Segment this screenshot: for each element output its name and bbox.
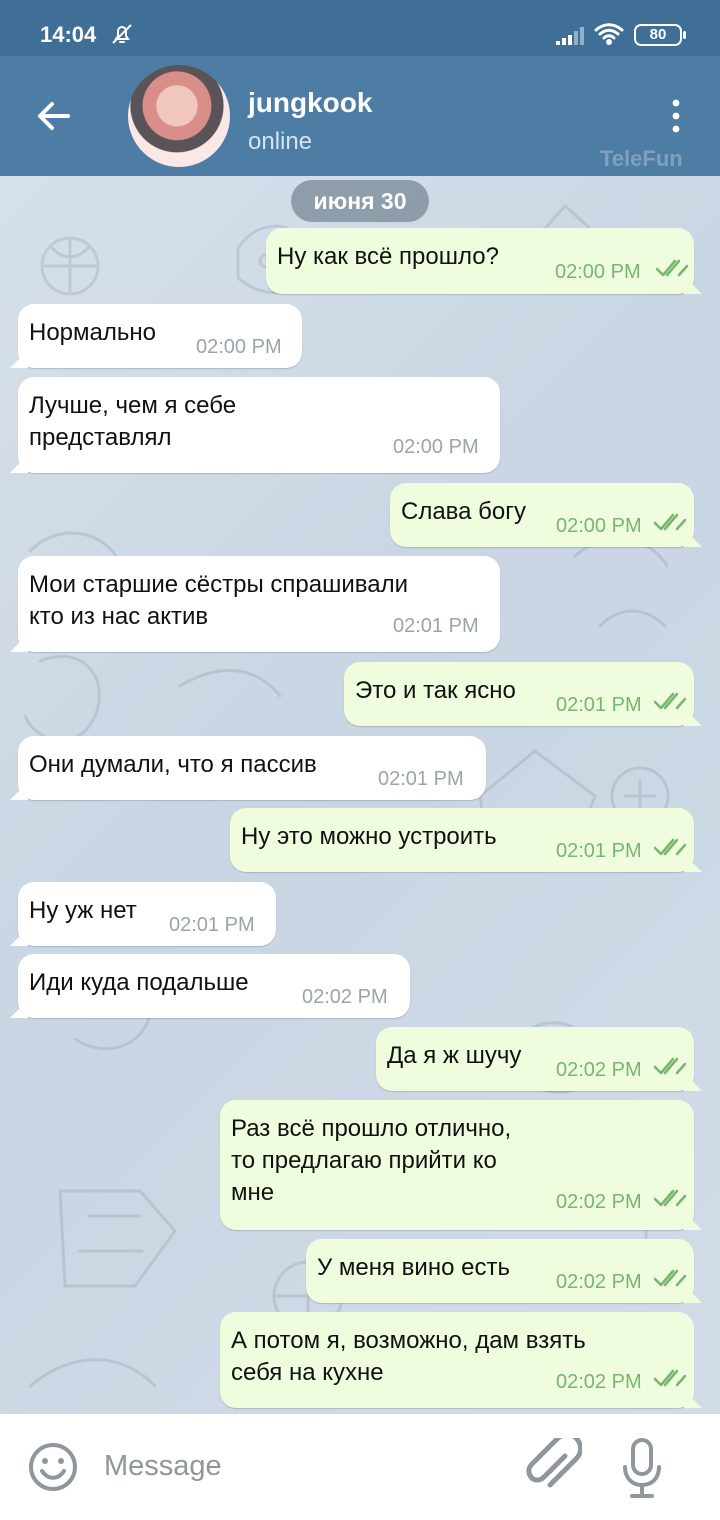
message-time: 02:02 PM — [556, 1059, 642, 1081]
message-time: 02:01 PM — [393, 615, 479, 637]
read-check-icon — [655, 259, 689, 277]
outgoing-message[interactable]: Ну как всё прошло? 02:00 PM — [266, 228, 694, 294]
incoming-message[interactable]: Иди куда подальше 02:02 PM — [18, 954, 410, 1018]
read-check-icon — [653, 1057, 687, 1075]
message-text: Это и так ясно — [355, 677, 516, 704]
message-time: 02:02 PM — [556, 1271, 642, 1293]
outgoing-message[interactable]: Да я ж шучу 02:02 PM — [376, 1027, 694, 1091]
outgoing-message[interactable]: Слава богу 02:00 PM — [390, 483, 694, 547]
message-text: Да я ж шучу — [387, 1042, 522, 1069]
message-text: Слава богу — [401, 498, 527, 525]
message-time: 02:02 PM — [556, 1191, 642, 1213]
message-time: 02:02 PM — [302, 986, 388, 1008]
read-check-icon — [653, 513, 687, 531]
message-composer: Message — [0, 1414, 720, 1520]
message-text: Раз всё прошло отлично, то предлагаю при… — [231, 1115, 512, 1206]
vertical-dots-icon[interactable] — [666, 98, 686, 134]
message-text: Нормально — [29, 319, 156, 346]
message-text: Они думали, что я пассив — [29, 751, 317, 778]
message-text: Мои старшие сёстры спрашивали кто из нас… — [29, 571, 408, 630]
microphone-icon[interactable] — [620, 1438, 664, 1500]
outgoing-message[interactable]: А потом я, возможно, дам взять себя на к… — [220, 1312, 694, 1408]
message-time: 02:00 PM — [555, 261, 641, 283]
message-text: Ну как всё прошло? — [277, 243, 499, 270]
incoming-message[interactable]: Они думали, что я пассив 02:01 PM — [18, 736, 486, 800]
message-text: Ну уж нет — [29, 897, 137, 924]
message-time: 02:00 PM — [196, 336, 282, 358]
message-time: 02:00 PM — [556, 515, 642, 537]
telefun-watermark: TeleFun — [600, 146, 683, 171]
read-check-icon — [653, 692, 687, 710]
message-time: 02:00 PM — [393, 436, 479, 458]
contact-status: online — [248, 128, 313, 155]
message-input[interactable]: Message — [104, 1450, 222, 1483]
muted-bell-icon — [112, 24, 132, 44]
read-check-icon — [653, 838, 687, 856]
contact-avatar[interactable] — [128, 65, 230, 167]
read-check-icon — [653, 1189, 687, 1207]
emoji-icon[interactable] — [26, 1440, 80, 1494]
message-time: 02:01 PM — [556, 840, 642, 862]
contact-name[interactable]: jungkook — [248, 87, 372, 119]
status-time: 14:04 — [40, 22, 97, 47]
message-time: 02:01 PM — [556, 694, 642, 716]
message-text: Ну это можно устроить — [241, 823, 497, 850]
message-time: 02:02 PM — [556, 1371, 642, 1393]
read-check-icon — [653, 1369, 687, 1387]
battery-icon: 80 — [634, 24, 686, 46]
message-time: 02:01 PM — [169, 914, 255, 936]
read-check-icon — [653, 1269, 687, 1287]
signal-icon — [556, 27, 584, 45]
incoming-message[interactable]: Ну уж нет 02:01 PM — [18, 882, 276, 946]
incoming-message[interactable]: Мои старшие сёстры спрашивали кто из нас… — [18, 556, 500, 652]
status-bar: 14:04 80 — [0, 0, 720, 56]
message-text: У меня вино есть — [317, 1254, 510, 1281]
attachment-icon[interactable] — [526, 1438, 582, 1496]
message-list[interactable]: июня 30 Ну как всё прошло? 02:00 PM Норм… — [0, 176, 720, 1414]
outgoing-message[interactable]: Раз всё прошло отлично, то предлагаю при… — [220, 1100, 694, 1230]
wifi-icon — [594, 23, 624, 45]
chat-header: jungkook online TeleFun — [0, 56, 720, 176]
date-separator: июня 30 — [291, 180, 429, 222]
outgoing-message[interactable]: У меня вино есть 02:02 PM — [306, 1239, 694, 1303]
outgoing-message[interactable]: Это и так ясно 02:01 PM — [344, 662, 694, 726]
message-text: Лучше, чем я себе представлял — [29, 392, 237, 451]
message-text: Иди куда подальше — [29, 969, 249, 996]
message-time: 02:01 PM — [378, 768, 464, 790]
outgoing-message[interactable]: Ну это можно устроить 02:01 PM — [230, 808, 694, 872]
incoming-message[interactable]: Нормально 02:00 PM — [18, 304, 302, 368]
message-text: А потом я, возможно, дам взять себя на к… — [231, 1327, 586, 1386]
back-arrow-icon[interactable] — [34, 96, 74, 136]
incoming-message[interactable]: Лучше, чем я себе представлял 02:00 PM — [18, 377, 500, 473]
